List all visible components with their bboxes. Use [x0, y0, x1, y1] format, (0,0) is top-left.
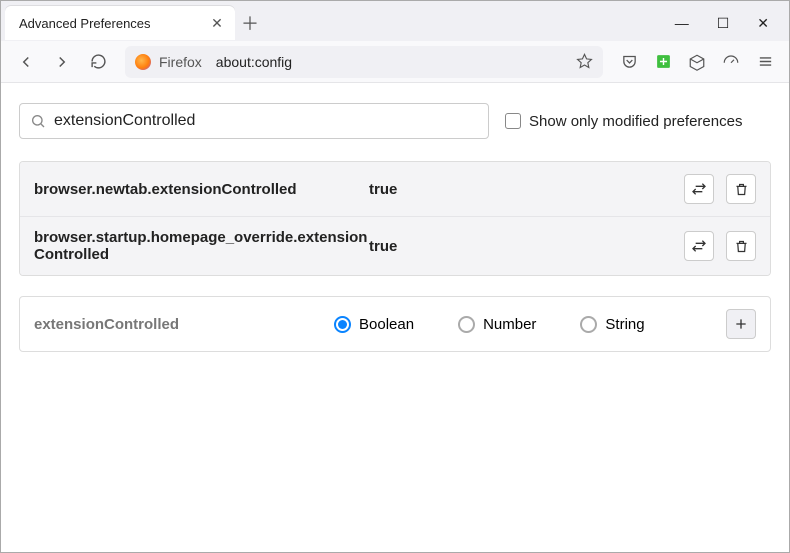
pocket-icon[interactable]	[615, 48, 643, 76]
bookmark-star-icon[interactable]	[576, 53, 593, 70]
delete-button[interactable]	[726, 231, 756, 261]
url-bar[interactable]: Firefox about:config	[125, 46, 603, 78]
forward-button[interactable]	[47, 47, 77, 77]
radio-string[interactable]: String	[580, 316, 644, 333]
radio-label: String	[605, 316, 644, 333]
tab-bar: Advanced Preferences ✕ ＋ — ☐ ✕	[1, 1, 789, 41]
radio-icon	[580, 316, 597, 333]
add-preference-name: extensionControlled	[34, 316, 334, 333]
new-tab-button[interactable]: ＋	[235, 10, 265, 36]
reload-button[interactable]	[83, 47, 113, 77]
firefox-icon	[135, 54, 151, 70]
preference-search-box[interactable]: extensionControlled	[19, 103, 489, 139]
type-radio-group: Boolean Number String	[334, 316, 726, 333]
url-text: about:config	[210, 54, 568, 70]
back-button[interactable]	[11, 47, 41, 77]
close-window-button[interactable]: ✕	[757, 15, 769, 32]
add-preference-row: extensionControlled Boolean Number Strin…	[19, 296, 771, 352]
about-config-content: extensionControlled Show only modified p…	[1, 83, 789, 372]
toggle-button[interactable]	[684, 174, 714, 204]
preference-row[interactable]: browser.newtab.extensionControlled true	[20, 162, 770, 217]
preference-value: true	[369, 181, 684, 198]
preference-name: browser.newtab.extensionControlled	[34, 181, 369, 198]
delete-button[interactable]	[726, 174, 756, 204]
show-modified-checkbox[interactable]	[505, 113, 521, 129]
radio-icon	[334, 316, 351, 333]
inbox-icon[interactable]	[683, 48, 711, 76]
brand-label: Firefox	[159, 54, 202, 70]
preference-list: browser.newtab.extensionControlled true …	[19, 161, 771, 276]
menu-button[interactable]	[751, 48, 779, 76]
tab-title: Advanced Preferences	[19, 16, 209, 31]
checkbox-text: Show only modified preferences	[529, 113, 742, 130]
toggle-button[interactable]	[684, 231, 714, 261]
preference-value: true	[369, 238, 684, 255]
preference-name: browser.startup.homepage_override.extens…	[34, 229, 369, 263]
tab-advanced-preferences[interactable]: Advanced Preferences ✕	[5, 6, 235, 40]
maximize-button[interactable]: ☐	[717, 15, 730, 32]
radio-icon	[458, 316, 475, 333]
radio-number[interactable]: Number	[458, 316, 536, 333]
radio-label: Boolean	[359, 316, 414, 333]
extension-icon[interactable]	[649, 48, 677, 76]
show-modified-checkbox-label[interactable]: Show only modified preferences	[505, 113, 742, 130]
close-tab-icon[interactable]: ✕	[209, 15, 225, 31]
search-icon	[30, 113, 46, 129]
dashboard-icon[interactable]	[717, 48, 745, 76]
preference-row[interactable]: browser.startup.homepage_override.extens…	[20, 217, 770, 275]
radio-boolean[interactable]: Boolean	[334, 316, 414, 333]
add-button[interactable]	[726, 309, 756, 339]
minimize-button[interactable]: —	[675, 15, 689, 32]
nav-toolbar: Firefox about:config	[1, 41, 789, 83]
search-value: extensionControlled	[54, 112, 478, 130]
radio-label: Number	[483, 316, 536, 333]
